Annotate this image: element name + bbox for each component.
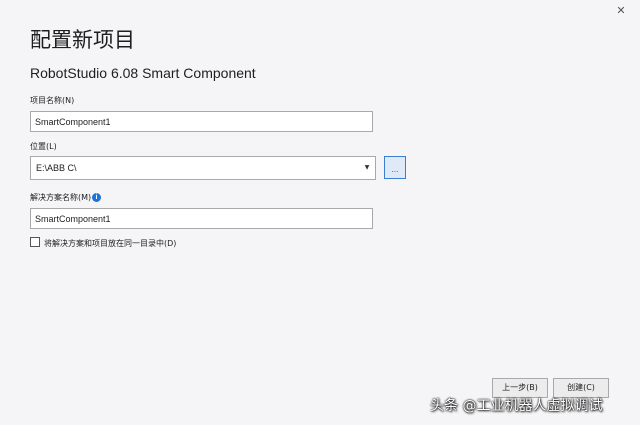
chevron-down-icon[interactable]: ▼ <box>362 157 372 179</box>
solution-name-input[interactable] <box>30 208 373 229</box>
project-name-input[interactable] <box>30 111 373 132</box>
same-directory-checkbox[interactable] <box>30 237 40 247</box>
location-value: E:\ABB C\ <box>36 163 77 173</box>
ellipsis-icon: ... <box>391 166 399 174</box>
template-name: RobotStudio 6.08 Smart Component <box>30 65 256 81</box>
location-select[interactable]: E:\ABB C\ ▼ <box>30 156 376 180</box>
close-icon[interactable]: ✕ <box>614 4 628 18</box>
project-name-label: 项目名称(N) <box>30 96 75 105</box>
info-icon[interactable]: i <box>92 193 101 202</box>
solution-name-label: 解决方案名称(M) <box>30 193 92 202</box>
page-title: 配置新项目 <box>30 28 135 52</box>
watermark: 头条 @工业机器人虚拟调试 <box>430 398 603 414</box>
browse-button[interactable]: ... <box>384 156 406 179</box>
same-directory-label[interactable]: 将解决方案和项目放在同一目录中(D) <box>44 238 176 249</box>
location-label: 位置(L) <box>30 142 57 151</box>
